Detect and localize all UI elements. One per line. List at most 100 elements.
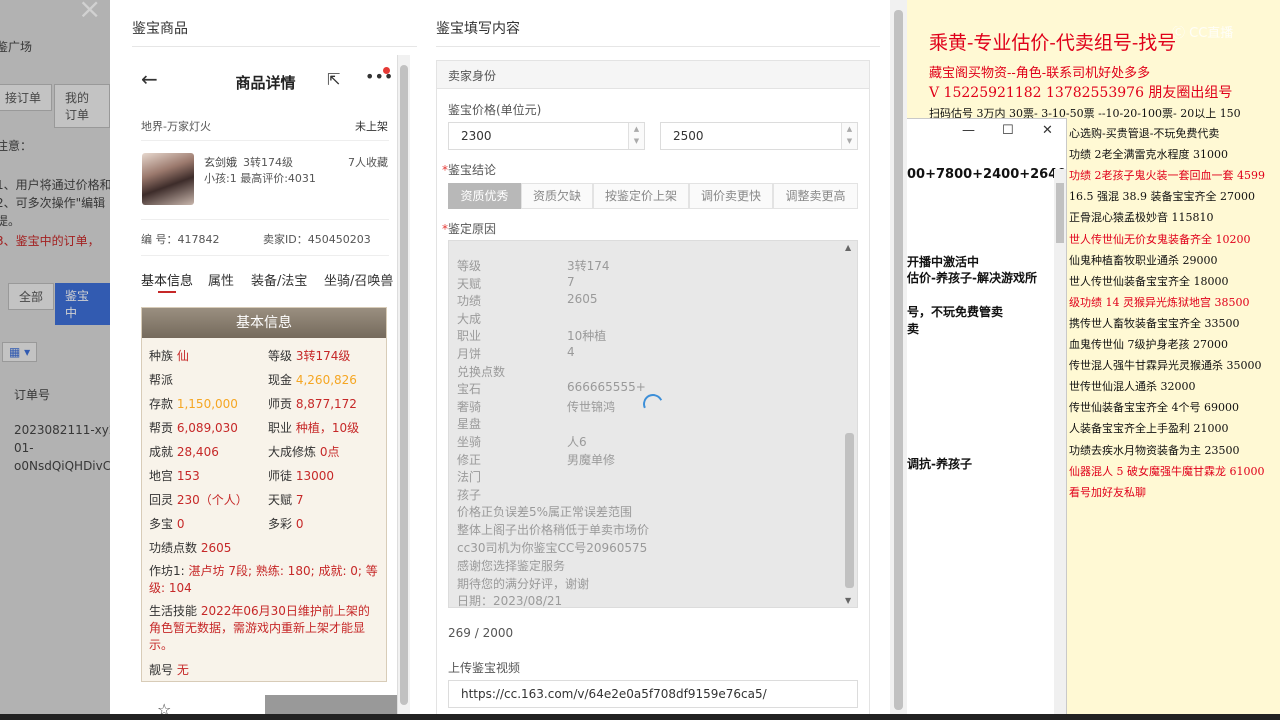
reason-line-key: 星盘 xyxy=(457,417,482,432)
product-panel-scrollbar[interactable] xyxy=(398,55,410,720)
notice-list-item: 携传世人畜牧装备宝宝齐全 33500 xyxy=(1069,316,1240,330)
level-value: 3转174级 xyxy=(295,349,351,363)
notice-list-item: 人装备宝宝齐全上手盈利 21000 xyxy=(1069,422,1229,436)
tab-basic-info[interactable]: 基本信息 xyxy=(141,270,193,289)
reason-line: 整体上阁子出价格稍低于单卖市场价 xyxy=(457,523,650,538)
notice-contact: V 15225921182 13782553976 朋友圈出组号 xyxy=(929,85,1233,101)
card-title: 基本信息 xyxy=(142,308,386,338)
video-label: 上传鉴宝视频 xyxy=(448,661,521,675)
tab-mounts[interactable]: 坐骑/召唤兽 xyxy=(324,270,393,289)
stepper-icon[interactable]: ▲ ▼ xyxy=(841,123,857,149)
notice-list-item: 世人传世仙装备宝宝齐全 18000 xyxy=(1069,274,1229,288)
reason-line-value: 人6 xyxy=(567,435,587,449)
notice-list-item: 仙鬼种植畜牧职业通杀 29000 xyxy=(1069,253,1218,267)
role-name: 玄剑娥 xyxy=(204,156,237,169)
notice-list-item: 仙器混人 5 破女魔强牛魔甘霖龙 61000 xyxy=(1069,464,1265,478)
notice-list-item: 16.5 强混 38.9 装备宝宝齐全 27000 xyxy=(1069,190,1255,204)
talent-value: 7 xyxy=(295,493,304,507)
modal-scrollbar[interactable] xyxy=(890,0,907,720)
reason-line-key: 宝石 xyxy=(457,382,482,397)
reason-line-key: 职业 xyxy=(457,329,482,344)
reason-line: 期待您的满分好评，谢谢 xyxy=(457,576,590,591)
palace-value: 153 xyxy=(176,469,200,483)
conclusion-option-excellent[interactable]: 资质优秀 xyxy=(448,183,521,209)
notice-list-item: 正骨混心猿孟极妙音 115810 xyxy=(1069,211,1214,225)
window-text: 开播中激活中 xyxy=(907,255,980,269)
reason-line-key: 修正 xyxy=(457,452,482,467)
favorites-count: 7人收藏 xyxy=(348,156,388,169)
listing-status: 未上架 xyxy=(355,120,388,133)
notification-dot xyxy=(383,67,390,74)
share-icon[interactable]: ⇱ xyxy=(327,70,340,89)
seller-section-bar xyxy=(437,61,869,89)
close-icon[interactable]: ✕ xyxy=(1042,123,1053,138)
reason-line-key: 大成 xyxy=(457,311,482,326)
reason-line-key: 等级 xyxy=(457,259,482,273)
price-max-input[interactable]: 2500 ▲ ▼ xyxy=(660,122,858,150)
reason-line: cc30司机为你鉴宝CC号20960575 xyxy=(457,541,648,555)
price-label: 鉴宝价格(单位元) xyxy=(448,103,542,117)
tab-attributes[interactable]: 属性 xyxy=(208,270,234,289)
reason-line-value: 4 xyxy=(567,345,575,359)
section-title-product: 鉴宝商品 xyxy=(132,21,188,37)
treasure-value: 0 xyxy=(176,517,185,531)
window-text: 估价-养孩子-解决游戏所 xyxy=(907,271,1037,285)
maximize-icon[interactable]: ☐ xyxy=(1002,123,1014,138)
reason-textarea[interactable]: 等级 3转174 天赋 7 功绩 2605 大成 职业 10种植 月饼 4 兑换点数 宝石 6666655… xyxy=(448,240,858,608)
second-window: — ☐ ✕ 00+7800+2400+2640 开播中激活中 估价-养孩子-解决… xyxy=(907,118,1067,720)
window-scrollbar[interactable] xyxy=(1054,169,1066,719)
stream-notice-panel: Ⓒ CC直播 乘黄-专业估价-代卖组号-找号 藏宝阁买物资--角色-联系司机好处… xyxy=(907,0,1280,720)
notice-list-item: 功绩 2老孩子鬼火装一套回血一套 4599 xyxy=(1069,169,1265,183)
stepper-icon[interactable]: ▲ ▼ xyxy=(628,123,644,149)
reason-line-key: 坐骑 xyxy=(457,435,482,449)
tab-equipment[interactable]: 装备/法宝 xyxy=(251,270,307,289)
reason-line-key: 天赋 xyxy=(457,276,482,291)
product-detail-panel: ← 商品详情 ⇱ ••• 地界-万家灯火 未上架 玄剑娥 3转174级 7人收藏… xyxy=(133,55,398,720)
product-title: 商品详情 xyxy=(235,74,296,92)
window-titlebar: — ☐ ✕ xyxy=(907,119,1066,147)
gang-label: 帮派 xyxy=(149,373,174,387)
product-id: 编 号：417842 xyxy=(141,233,220,246)
minimize-icon[interactable]: — xyxy=(962,123,975,138)
notice-list-item: 看号加好友私聊 xyxy=(1069,485,1146,499)
reason-line: 日期：2023/08/21 xyxy=(457,594,563,608)
gang-contribution-value: 6,089,030 xyxy=(176,421,238,435)
reason-scrollbar[interactable]: ▲ ▼ xyxy=(843,243,855,605)
window-text: 号，不玩免费管卖 xyxy=(907,305,1004,319)
conclusion-option-sell-faster[interactable]: 调价卖更快 xyxy=(689,183,773,209)
merit-value: 2605 xyxy=(200,541,232,555)
disciple-value: 13000 xyxy=(295,469,335,483)
price-min-input[interactable]: 2300 ▲ ▼ xyxy=(448,122,645,150)
reason-line-key: 法门 xyxy=(457,470,482,485)
basic-info-card: 基本信息 种族 仙 等级 3转174级 帮派 现金 4,260,826 存款 1… xyxy=(141,307,387,682)
notice-list-item: 世传世仙混人通杀 32000 xyxy=(1069,380,1196,394)
background-page: × 鉴广场 接订单 我的订单 注意： 1、用户将通过价格和 2、可多次操作"编辑… xyxy=(0,0,110,720)
reason-line-value: 7 xyxy=(567,274,575,289)
product-header: ← 商品详情 ⇱ ••• xyxy=(133,55,397,105)
reason-line-key: 孩子 xyxy=(457,487,482,502)
notice-list-item: 心选购-买贵管退-不玩免费代卖 xyxy=(1069,127,1220,140)
window-text: 卖 xyxy=(907,322,920,336)
reason-line-value: 666665555+ xyxy=(567,380,646,395)
bottom-strip xyxy=(0,714,1280,720)
mentor-value: 8,877,172 xyxy=(295,397,357,411)
window-text: 调抗-养孩子 xyxy=(907,457,972,471)
conclusion-option-lacking[interactable]: 资质欠缺 xyxy=(521,183,593,209)
return-value: 230（个人） xyxy=(176,493,248,507)
reason-line: 价格正负误差5%属正常误差范围 xyxy=(457,505,633,520)
video-url-input[interactable]: https://cc.163.com/v/64e2e0a5f708df9159e… xyxy=(448,680,858,708)
notice-headline: 乘黄-专业估价-代卖组号-找号 xyxy=(929,32,1177,54)
section-title-form: 鉴宝填写内容 xyxy=(436,21,520,37)
conclusion-option-list-at-price[interactable]: 按鉴定价上架 xyxy=(593,183,689,209)
conclusion-label: *鉴宝结论 xyxy=(442,163,497,177)
reason-line-value: 男魔单修 xyxy=(567,452,616,467)
master-value: 0点 xyxy=(319,445,340,459)
achievement-value: 28,406 xyxy=(176,445,219,459)
reason-line: 感谢您选择鉴定服务 xyxy=(457,558,566,573)
conclusion-option-sell-higher[interactable]: 调整卖更高 xyxy=(773,183,858,209)
color-value: 0 xyxy=(295,517,304,531)
notice-list-item: 血鬼传世仙 7级护身老孩 27000 xyxy=(1069,338,1228,351)
notice-list-item: 世人传世仙无价女鬼装备齐全 10200 xyxy=(1069,232,1251,246)
avatar xyxy=(142,153,194,205)
window-text: 00+7800+2400+2640 xyxy=(907,167,1067,182)
